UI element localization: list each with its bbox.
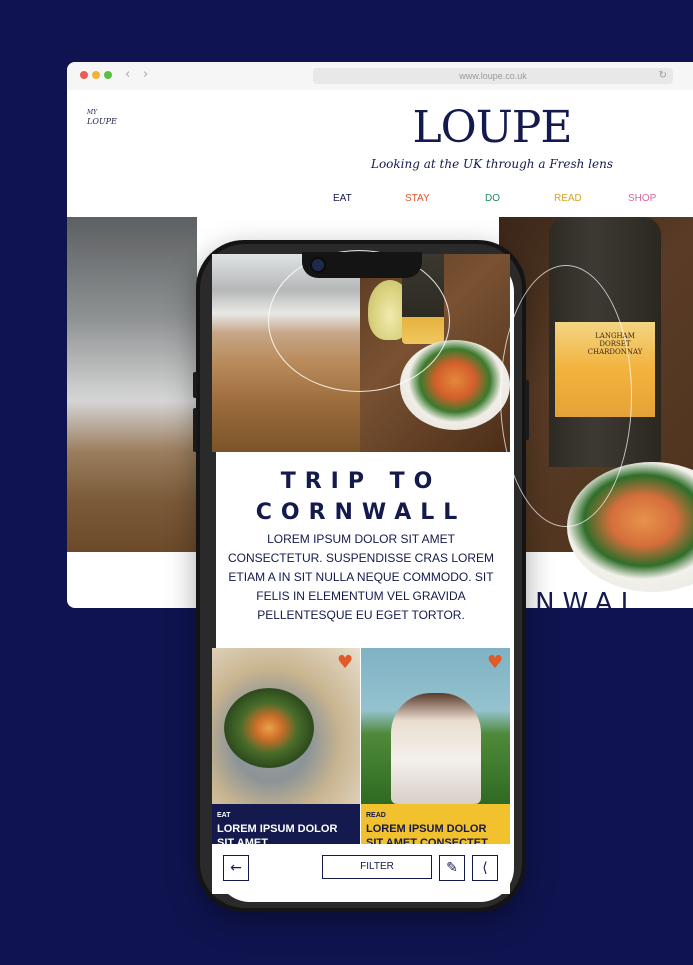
phone-volume-button xyxy=(193,372,197,398)
maximize-window-dot[interactable] xyxy=(104,71,112,79)
my-loupe-logo[interactable]: MY LOUPE xyxy=(87,108,117,126)
url-text: www.loupe.co.uk xyxy=(459,71,527,81)
minimize-window-dot[interactable] xyxy=(92,71,100,79)
site-logo[interactable]: LOUPE xyxy=(367,102,617,153)
phone-volume-button-2 xyxy=(193,408,197,452)
card-headline: LOREM IPSUM DOLOR SIT AMET CONSECTET xyxy=(366,823,488,844)
card-category: EAT xyxy=(217,812,231,819)
salad-image xyxy=(224,688,314,768)
people-image xyxy=(391,693,481,804)
nav-item-do[interactable]: DO xyxy=(485,193,500,204)
chevron-right-icon[interactable]: › xyxy=(143,67,148,82)
card-caption-read[interactable]: READ LOREM IPSUM DOLOR SIT AMET CONSECTE… xyxy=(361,804,510,844)
reload-icon[interactable]: ↻ xyxy=(659,68,667,84)
article-title: TRIP TO CORNWALL xyxy=(212,466,510,528)
nav-item-stay[interactable]: STAY xyxy=(405,193,430,204)
card-category: READ xyxy=(366,812,386,819)
hero-mountain-image xyxy=(67,217,197,552)
pencil-icon[interactable]: ✎ xyxy=(439,855,465,881)
article-title-line1: TRIP TO xyxy=(280,469,442,494)
heart-icon[interactable]: ♥ xyxy=(337,654,355,672)
site-tagline: Looking at the UK through a Fresh lens xyxy=(370,157,614,171)
article-title-line2: CORNWALL xyxy=(255,500,467,525)
mini-logo-bottom: LOUPE xyxy=(87,117,117,126)
hero-title-fragment: RNWAL xyxy=(509,588,644,608)
decorative-circle-2 xyxy=(500,265,632,527)
nav-item-eat[interactable]: EAT xyxy=(333,193,352,204)
browser-titlebar: ‹ › www.loupe.co.uk ↻ xyxy=(67,62,693,90)
card-headline: LOREM IPSUM DOLOR SIT AMET xyxy=(217,823,338,844)
address-bar[interactable]: www.loupe.co.uk ↻ xyxy=(313,68,673,84)
article-body: LOREM IPSUM DOLOR SIT AMET CONSECTETUR. … xyxy=(227,532,495,622)
close-window-dot[interactable] xyxy=(80,71,88,79)
arrow-left-icon[interactable]: ← xyxy=(223,855,249,881)
filter-button[interactable]: FILTER xyxy=(322,855,432,879)
nav-item-read[interactable]: READ xyxy=(554,193,582,204)
share-icon[interactable]: ⟨ xyxy=(472,855,498,881)
camera-icon xyxy=(310,257,326,273)
chevron-left-icon[interactable]: ‹ xyxy=(125,67,130,82)
heart-icon[interactable]: ♥ xyxy=(487,654,505,672)
card-caption-eat[interactable]: EAT LOREM IPSUM DOLOR SIT AMET xyxy=(212,804,360,844)
nav-item-shop[interactable]: SHOP xyxy=(628,193,656,204)
mini-logo-top: MY xyxy=(87,109,98,116)
